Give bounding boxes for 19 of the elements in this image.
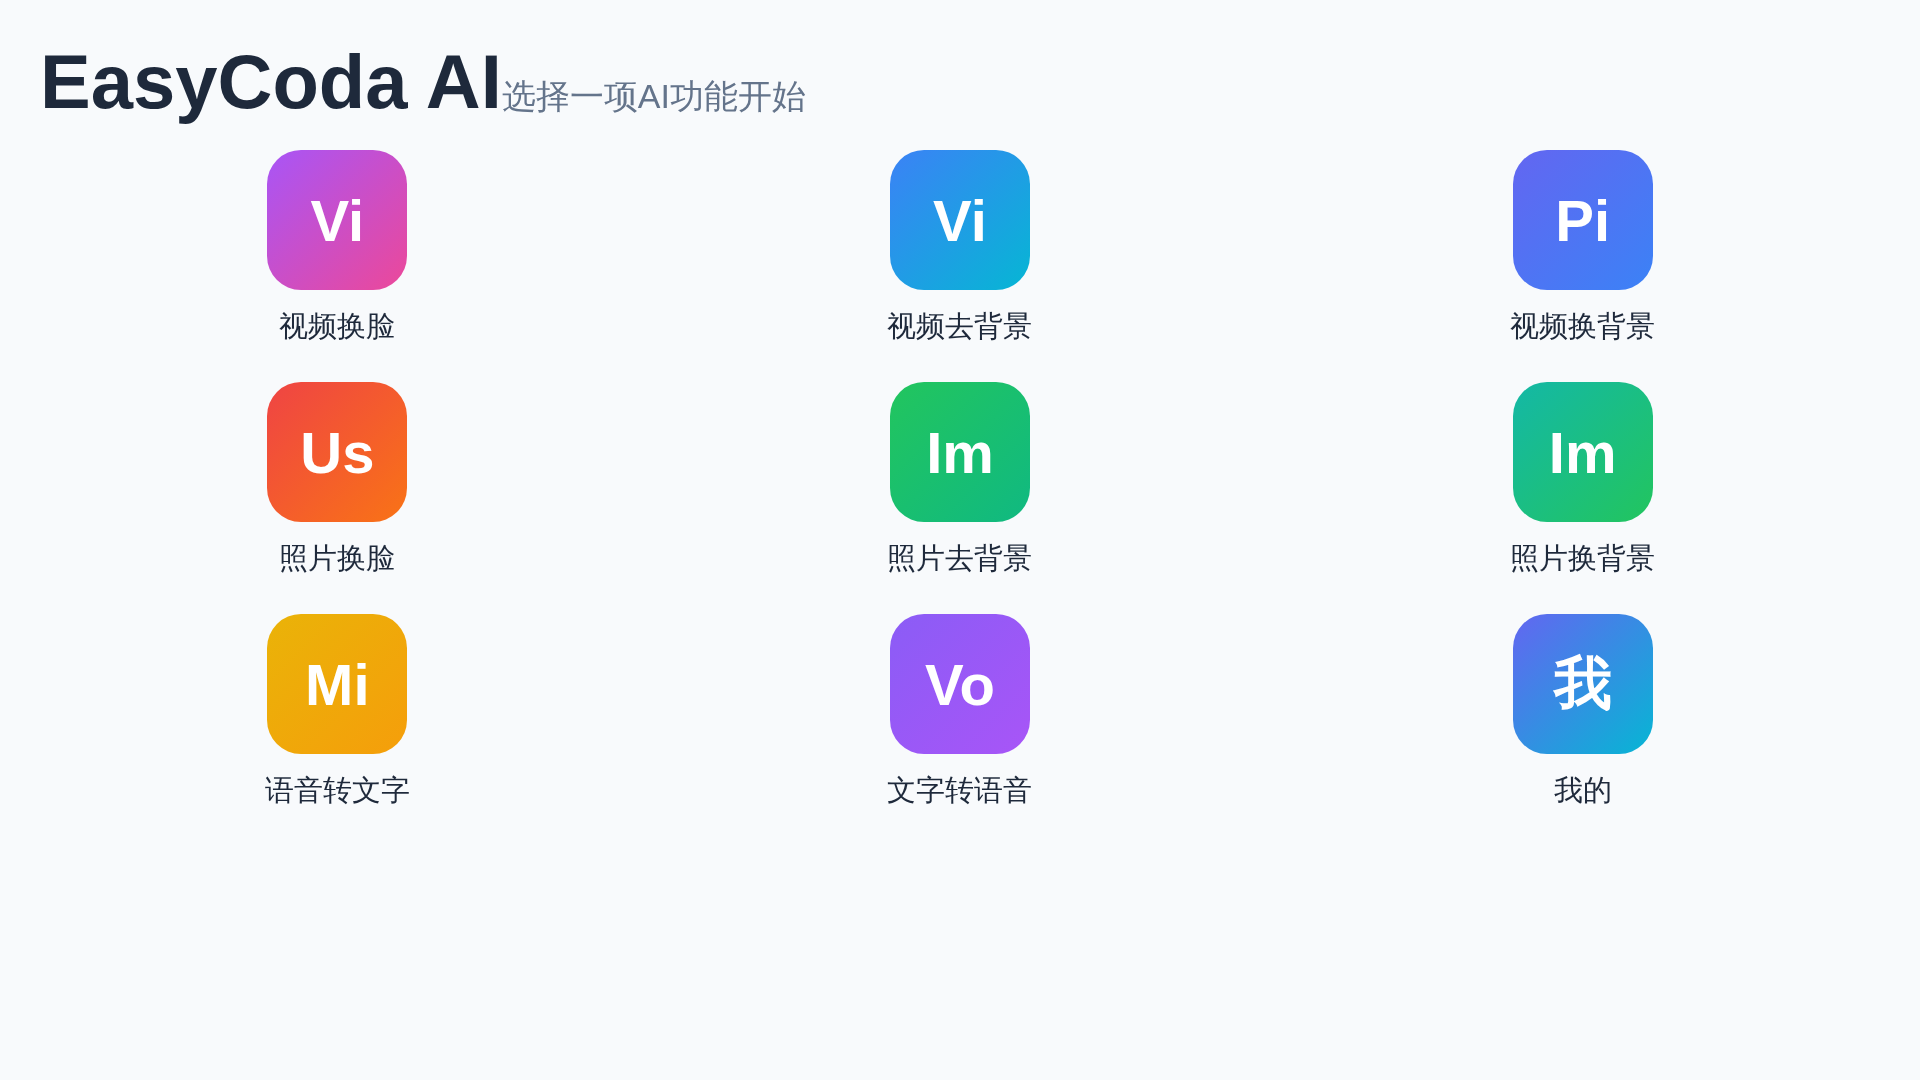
feature-label: 视频换脸	[279, 309, 396, 344]
feature-label: 照片去背景	[887, 541, 1033, 576]
feature-label: 语音转文字	[264, 773, 410, 808]
feature-label: 视频去背景	[887, 309, 1033, 344]
feature-tile[interactable]: Vi	[267, 150, 408, 290]
feature-label: 视频换背景	[1510, 309, 1656, 344]
feature-tile[interactable]: Vi	[890, 150, 1030, 290]
feature-label: 文字转语音	[887, 773, 1033, 808]
feature-tile[interactable]: Im	[1512, 382, 1653, 522]
feature-label: 照片换脸	[279, 541, 396, 576]
feature-tile[interactable]: Pi	[1512, 150, 1653, 290]
feature-tile[interactable]: Vo	[890, 614, 1030, 754]
feature-label: 照片换背景	[1510, 541, 1656, 576]
feature-tile[interactable]: Us	[267, 382, 408, 522]
feature-tile[interactable]: Im	[890, 382, 1030, 522]
feature-label: 我的	[1553, 773, 1612, 808]
feature-tile[interactable]: 我	[1512, 614, 1653, 754]
subtitle: 选择一项AI功能开始	[501, 79, 806, 113]
feature-tile[interactable]: Mi	[267, 614, 408, 754]
